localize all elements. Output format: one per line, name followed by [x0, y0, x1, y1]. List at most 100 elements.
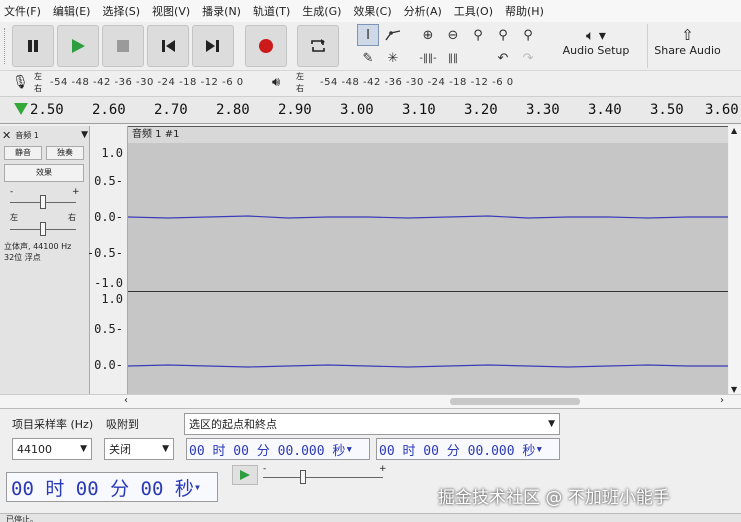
- amp-label: 0.5-: [94, 322, 123, 336]
- share-audio-button[interactable]: ⇧ Share Audio: [647, 24, 727, 68]
- scroll-down-icon[interactable]: ▼: [731, 385, 737, 394]
- tick-label: 2.50: [30, 102, 64, 118]
- playback-speed-slider[interactable]: [263, 477, 383, 478]
- amp-label: -1.0: [94, 276, 123, 290]
- share-icon: ⇧: [681, 26, 694, 44]
- solo-button[interactable]: 独奏: [46, 146, 84, 160]
- envelope-tool[interactable]: [382, 24, 404, 46]
- record-meter[interactable]: -54 -48 -42 -36 -30 -24 -18 -12 -6 0: [50, 77, 244, 88]
- scroll-left-icon[interactable]: ‹: [124, 395, 128, 406]
- close-track-icon[interactable]: ✕: [2, 129, 11, 142]
- selection-format-select[interactable]: 选区的起点和終点 ▼: [184, 413, 560, 435]
- microphone-icon[interactable]: 🎙︎: [12, 75, 29, 90]
- tick-label: 2.90: [278, 102, 312, 118]
- play-button[interactable]: [57, 25, 99, 67]
- gain-slider-thumb[interactable]: [40, 195, 46, 209]
- fit-project-button[interactable]: ⚲: [492, 24, 514, 46]
- amp-label: -0.5-: [86, 246, 123, 260]
- tick-label: 2.60: [92, 102, 126, 118]
- menu-tracks[interactable]: 轨道(T): [253, 3, 290, 19]
- play-at-speed-button[interactable]: [232, 465, 258, 485]
- zoom-in-icon: ⊕: [422, 27, 434, 43]
- playback-speed-thumb[interactable]: [300, 470, 306, 484]
- project-rate-value: 44100: [17, 442, 52, 456]
- record-button[interactable]: [245, 25, 287, 67]
- audio-position-display[interactable]: 00 时 00 分 00 秒 ▾: [6, 472, 218, 502]
- vertical-scrollbar[interactable]: ▲ ▼: [729, 126, 741, 394]
- zoom-in-button[interactable]: ⊕: [417, 24, 439, 46]
- gain-plus-label: +: [72, 187, 80, 197]
- tick-label: 2.80: [216, 102, 250, 118]
- silence-button[interactable]: ‖‖: [442, 47, 464, 69]
- speaker-icon: 🔈︎ ▾: [586, 28, 606, 44]
- pencil-icon: ✎: [362, 50, 374, 66]
- audio-setup-button[interactable]: 🔈︎ ▾ Audio Setup: [551, 24, 641, 68]
- play-lr-labels: 左右: [296, 72, 304, 93]
- ibeam-icon: I: [366, 27, 370, 43]
- stop-icon: [117, 40, 129, 52]
- undo-button[interactable]: ↶: [492, 47, 514, 69]
- track-menu-chevron-icon[interactable]: ▼: [81, 130, 88, 140]
- multi-tool[interactable]: ✳: [382, 47, 404, 69]
- horizontal-scroll-thumb[interactable]: [450, 398, 580, 405]
- loop-icon: [311, 39, 325, 52]
- skip-start-icon: [162, 40, 175, 52]
- timeline-ruler[interactable]: 2.50 2.60 2.70 2.80 2.90 3.00 3.10 3.20 …: [0, 96, 741, 124]
- selection-end-time[interactable]: 00 时 00 分 00.000 秒 ▾: [376, 438, 560, 460]
- selection-tool[interactable]: I: [357, 24, 379, 46]
- skip-end-button[interactable]: [192, 25, 234, 67]
- chevron-down-icon: ▼: [548, 419, 555, 429]
- mute-button[interactable]: 静音: [4, 146, 42, 160]
- pause-button[interactable]: [12, 25, 54, 67]
- playback-meter[interactable]: -54 -48 -42 -36 -30 -24 -18 -12 -6 0: [320, 77, 514, 88]
- snap-to-select[interactable]: 关闭 ▼: [104, 438, 174, 460]
- speed-minus-label: -: [263, 464, 267, 474]
- amp-label: 1.0: [101, 292, 123, 306]
- scroll-up-icon[interactable]: ▲: [731, 126, 737, 135]
- pan-left-label: 左: [10, 213, 18, 222]
- project-rate-select[interactable]: 44100 ▼: [12, 438, 92, 460]
- gain-minus-label: -: [10, 187, 14, 197]
- playhead-icon[interactable]: [14, 103, 28, 115]
- tick-label: 3.50: [650, 102, 684, 118]
- trim-button[interactable]: -‖‖-: [417, 47, 439, 69]
- toolbar-grip[interactable]: [4, 28, 7, 64]
- effects-button[interactable]: 效果: [4, 164, 84, 182]
- menu-select[interactable]: 选择(S): [102, 3, 140, 19]
- playback-speaker-icon[interactable]: 🔊︎: [272, 75, 280, 90]
- loop-button[interactable]: [297, 25, 339, 67]
- horizontal-scrollbar[interactable]: ‹ ›: [0, 394, 741, 408]
- menu-analyze[interactable]: 分析(A): [404, 3, 442, 19]
- fit-selection-button[interactable]: ⚲: [467, 24, 489, 46]
- fit-selection-icon: ⚲: [473, 27, 483, 43]
- track-name[interactable]: 音频 1: [15, 130, 77, 141]
- toolbar: I ✎ ✳ ⊕ ⊖ ⚲ ⚲ ⚲ -‖‖- ‖‖ ↶ ↷ 🔈︎ ▾ Audio S…: [0, 22, 741, 70]
- redo-button[interactable]: ↷: [517, 47, 539, 69]
- menu-tools[interactable]: 工具(O): [454, 3, 493, 19]
- menu-generate[interactable]: 生成(G): [302, 3, 341, 19]
- scroll-right-icon[interactable]: ›: [720, 395, 724, 406]
- amp-label: 0.5-: [94, 174, 123, 188]
- menu-effect[interactable]: 效果(C): [353, 3, 391, 19]
- menu-transport[interactable]: 播录(N): [202, 3, 241, 19]
- multi-tool-icon: ✳: [387, 50, 399, 66]
- tick-label: 3.30: [526, 102, 560, 118]
- zoom-toggle-button[interactable]: ⚲: [517, 24, 539, 46]
- snap-to-value: 关闭: [109, 443, 131, 456]
- stop-button[interactable]: [102, 25, 144, 67]
- menu-help[interactable]: 帮助(H): [505, 3, 544, 19]
- amp-label: 0.0-: [94, 210, 123, 224]
- skip-start-button[interactable]: [147, 25, 189, 67]
- tick-label: 3.00: [340, 102, 374, 118]
- pan-slider-thumb[interactable]: [40, 222, 46, 236]
- project-rate-label: 项目采样率 (Hz): [12, 418, 94, 431]
- zoom-out-button[interactable]: ⊖: [442, 24, 464, 46]
- waveform-area[interactable]: 音频 1 #1: [128, 126, 728, 394]
- menu-file[interactable]: 文件(F): [4, 3, 41, 19]
- speed-plus-label: +: [379, 464, 387, 474]
- selection-start-time[interactable]: 00 时 00 分 00.000 秒 ▾: [186, 438, 370, 460]
- fit-project-icon: ⚲: [498, 27, 508, 43]
- draw-tool[interactable]: ✎: [357, 47, 379, 69]
- menu-view[interactable]: 视图(V): [152, 3, 190, 19]
- menu-edit[interactable]: 编辑(E): [53, 3, 91, 19]
